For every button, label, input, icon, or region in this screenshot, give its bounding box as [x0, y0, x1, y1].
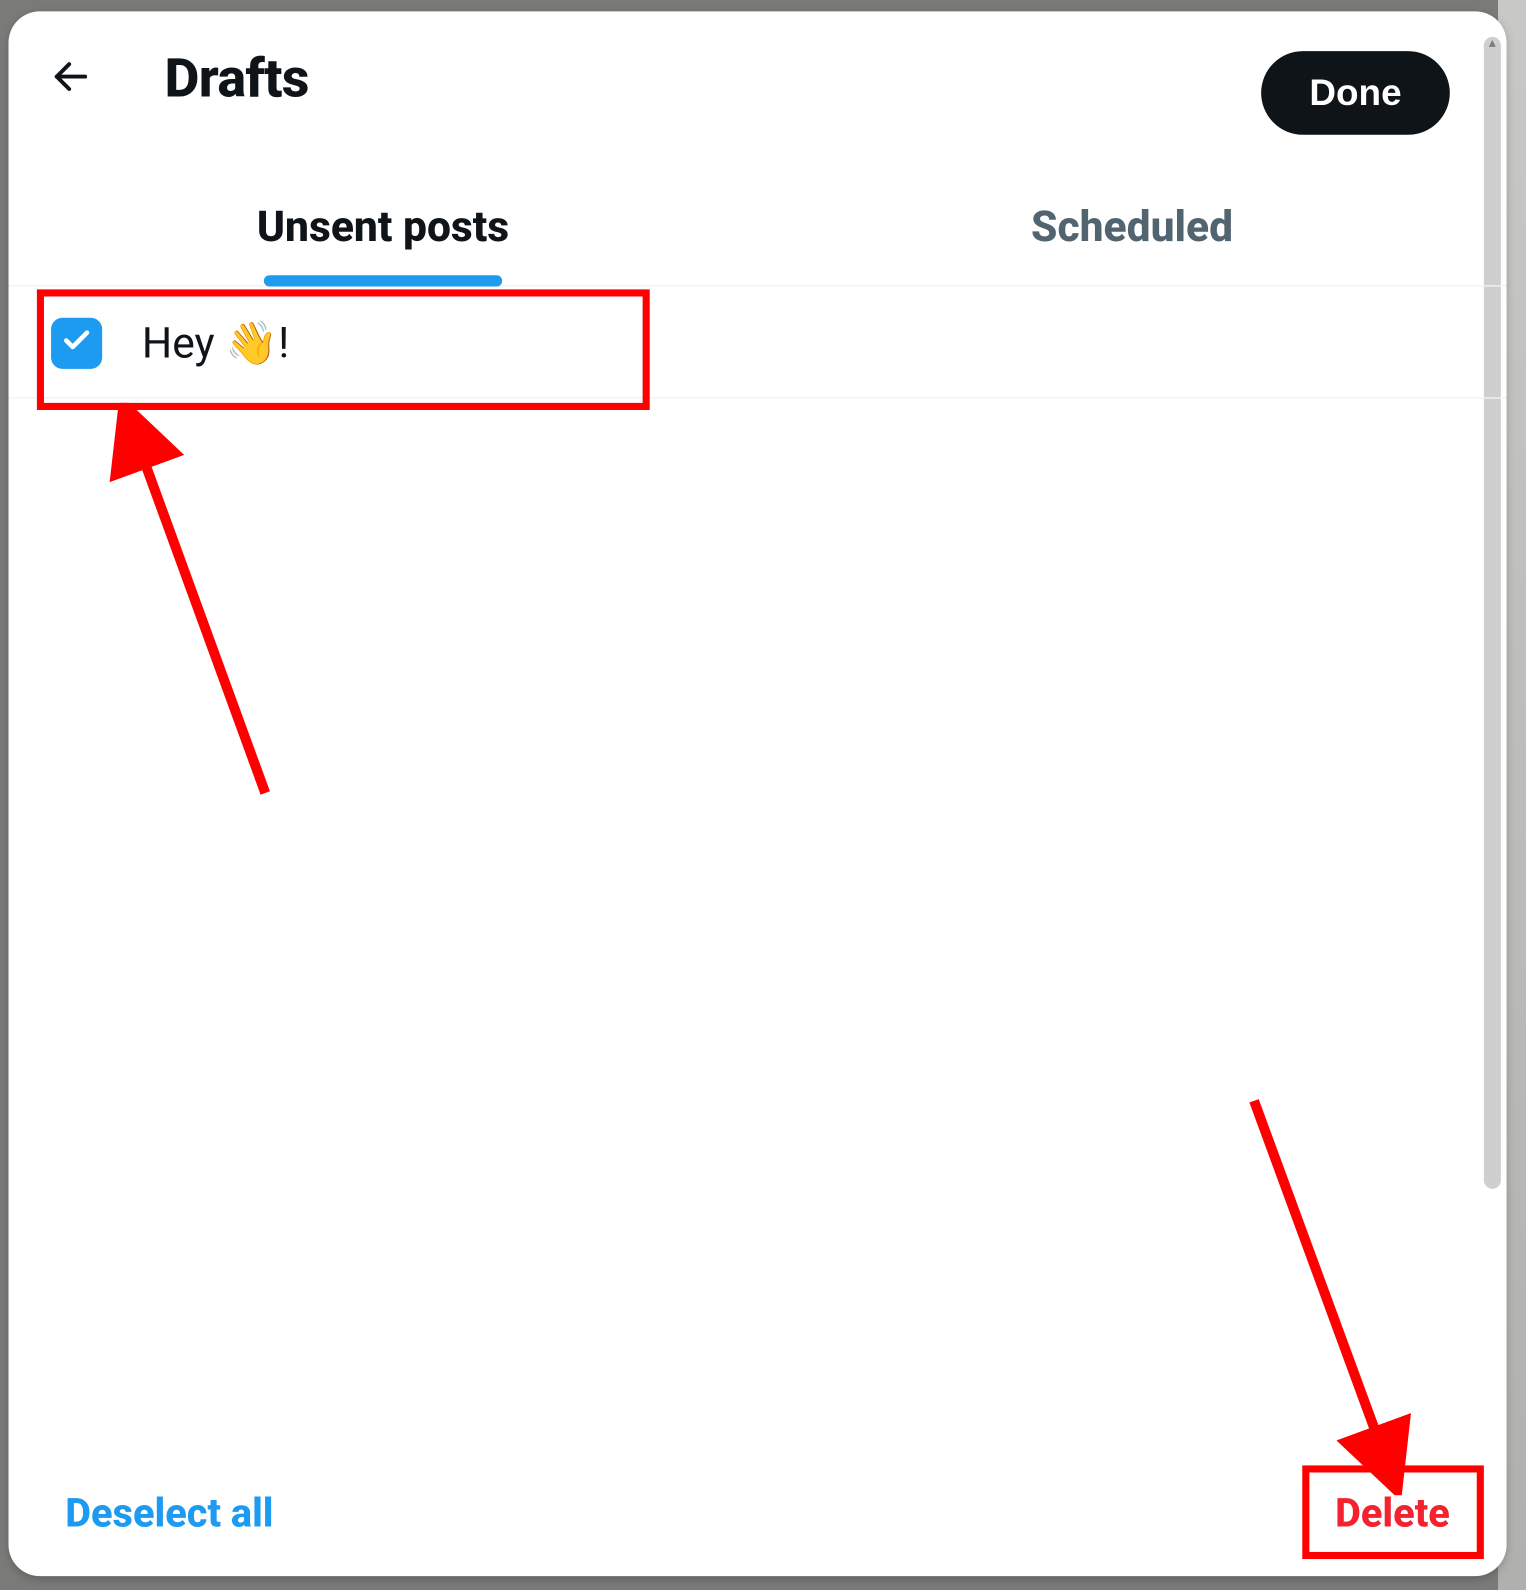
deselect-all-button[interactable]: Deselect all [65, 1489, 273, 1536]
modal-header: Drafts Done [9, 11, 1507, 147]
drafts-modal: ▴ Drafts Done Unsent posts Scheduled [9, 11, 1507, 1576]
draft-row[interactable]: Hey 👋! [9, 289, 1507, 398]
delete-button[interactable]: Delete [1335, 1489, 1450, 1536]
page-title: Drafts [165, 48, 309, 110]
tab-label: Scheduled [1031, 203, 1233, 253]
drafts-list: Hey 👋! [9, 289, 1507, 1448]
tab-unsent-posts[interactable]: Unsent posts [9, 170, 758, 285]
tab-scheduled[interactable]: Scheduled [758, 170, 1507, 285]
draft-checkbox[interactable] [51, 318, 102, 369]
tab-label: Unsent posts [257, 203, 509, 253]
arrow-left-icon [50, 55, 93, 103]
back-button[interactable] [40, 48, 102, 110]
done-button[interactable]: Done [1261, 51, 1450, 135]
tabs: Unsent posts Scheduled [9, 170, 1507, 286]
tab-active-indicator [264, 275, 502, 286]
modal-footer: Deselect all Delete [9, 1448, 1507, 1576]
draft-text: Hey 👋! [142, 318, 289, 368]
check-icon [61, 325, 92, 362]
